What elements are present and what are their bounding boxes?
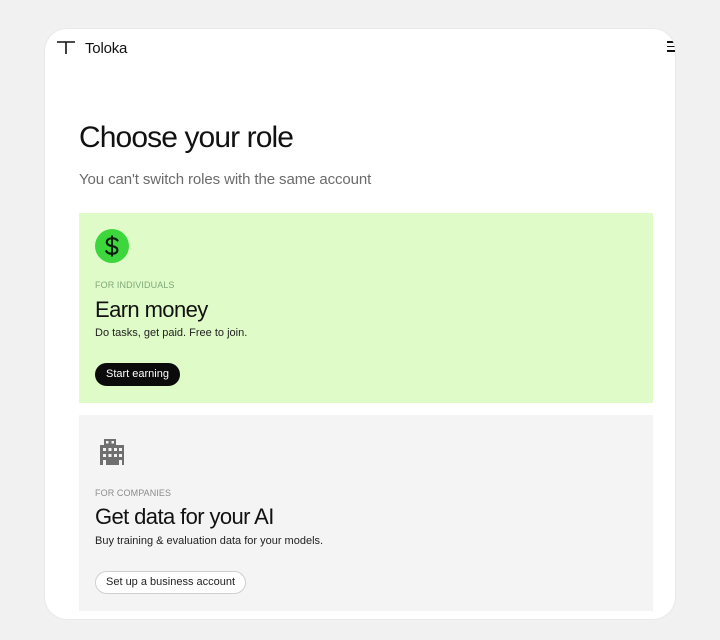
brand-logo[interactable]: Toloka	[56, 39, 127, 57]
role-title: Earn money	[95, 297, 208, 322]
role-card-company[interactable]: FOR COMPANIES Get data for your AI Buy t…	[79, 415, 653, 611]
set-up-business-account-button[interactable]: Set up a business account	[95, 571, 247, 594]
office-building-icon	[100, 439, 124, 465]
brand-name: Toloka	[85, 39, 128, 57]
dollar-coin-icon	[95, 229, 129, 263]
role-title: Get data for your AI	[95, 504, 274, 529]
toloka-logo-icon	[57, 41, 75, 54]
page-title: Choose your role	[79, 121, 294, 154]
role-eyebrow: FOR INDIVIDUALS	[95, 280, 175, 290]
page-subtitle: You can't switch roles with the same acc…	[79, 171, 372, 188]
hamburger-menu-icon[interactable]	[667, 41, 675, 53]
role-card-individual[interactable]: FOR INDIVIDUALS Earn money Do tasks, get…	[79, 213, 653, 403]
role-eyebrow: FOR COMPANIES	[95, 488, 172, 498]
role-description: Buy training & evaluation data for your …	[95, 535, 324, 547]
role-description: Do tasks, get paid. Free to join.	[95, 327, 248, 339]
app-window: Toloka Choose your role You can't switch…	[45, 29, 675, 619]
start-earning-button[interactable]: Start earning	[95, 363, 180, 386]
top-bar: Toloka	[45, 29, 675, 65]
